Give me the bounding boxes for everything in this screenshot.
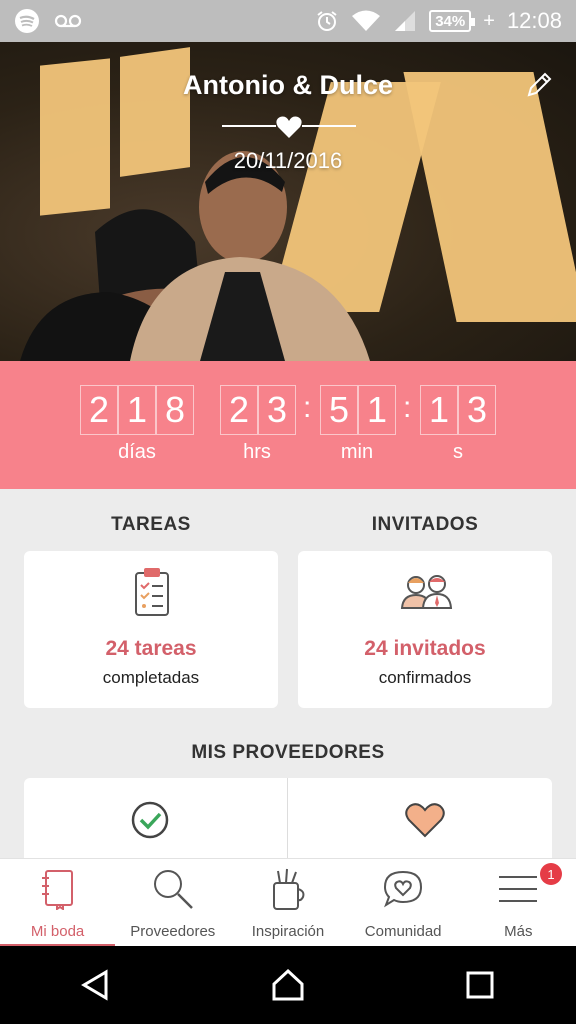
tab-label: Más (504, 923, 533, 940)
seconds-label: s (453, 441, 463, 463)
chat-heart-icon (384, 870, 423, 908)
couple-names: Antonio & Dulce (183, 70, 393, 100)
proveedores-card[interactable] (24, 778, 552, 860)
home-icon (272, 968, 304, 1001)
search-icon (153, 870, 193, 909)
status-bar: 34% + 12:08 (0, 0, 576, 42)
days-label: días (118, 441, 156, 463)
invitados-title: INVITADOS (371, 514, 479, 535)
voicemail-icon (54, 14, 82, 28)
jar-icon (272, 868, 305, 910)
separator: : (403, 391, 412, 424)
wedding-date: 20/11/2016 (233, 148, 343, 173)
clipboard-icon (135, 568, 169, 616)
tab-label: Proveedores (130, 923, 216, 940)
recents-icon (466, 971, 494, 999)
tab-proveedores[interactable]: Proveedores (115, 859, 230, 947)
countdown: 2 1 8 2 3 : 5 1 : 1 3 días hrs min s (0, 361, 576, 489)
proveedores-title: MIS PROVEEDORES (191, 742, 385, 763)
tab-comunidad[interactable]: Comunidad (346, 859, 461, 947)
invitados-card[interactable]: 24 invitados confirmados (298, 551, 552, 708)
countdown-hours: 2 3 (220, 385, 296, 435)
tareas-count: 24 tareas (105, 637, 197, 660)
guests-icon (400, 575, 453, 609)
hours-label: hrs (243, 441, 271, 463)
tareas-status: completadas (102, 668, 200, 687)
charging-icon: + (483, 9, 495, 32)
tareas-title: TAREAS (111, 514, 191, 535)
countdown-seconds: 1 3 (420, 385, 496, 435)
menu-icon (499, 876, 538, 902)
tab-mas[interactable]: 1 Más (461, 859, 576, 947)
divider (287, 778, 288, 860)
pencil-icon (527, 72, 552, 97)
system-nav-bar (0, 946, 576, 1024)
clock: 12:08 (506, 8, 562, 33)
couple-photo: Antonio & Dulce 20/11/2016 (0, 42, 576, 361)
heart-divider (222, 116, 356, 138)
tab-inspiracion[interactable]: Inspiración (230, 859, 345, 947)
alarm-icon (315, 9, 339, 33)
wifi-icon (351, 9, 381, 33)
tab-mi-boda[interactable]: Mi boda (0, 859, 116, 947)
tab-label: Comunidad (364, 923, 442, 940)
back-icon (81, 969, 108, 1001)
home-button[interactable] (258, 955, 318, 1015)
invitados-status: confirmados (378, 668, 472, 687)
countdown-minutes: 5 1 (320, 385, 396, 435)
notebook-icon (41, 870, 73, 910)
minutes-label: min (340, 441, 374, 463)
recents-button[interactable] (450, 955, 510, 1015)
invitados-count: 24 invitados (364, 637, 486, 660)
edit-button[interactable] (524, 70, 554, 100)
tareas-card[interactable]: 24 tareas completadas (24, 551, 278, 708)
check-circle-icon (131, 801, 169, 839)
battery-icon: 34% (429, 10, 476, 32)
back-button[interactable] (66, 955, 126, 1015)
notification-badge: 1 (539, 863, 562, 885)
tab-label: Inspiración (251, 923, 325, 940)
countdown-days: 2 1 8 (80, 385, 194, 435)
heart-icon (405, 803, 445, 838)
spotify-icon (14, 8, 40, 34)
signal-icon (393, 9, 417, 33)
tab-bar: Mi boda Proveedores Inspiración Comunida… (0, 858, 576, 947)
separator: : (303, 391, 312, 424)
tab-label: Mi boda (30, 923, 85, 940)
